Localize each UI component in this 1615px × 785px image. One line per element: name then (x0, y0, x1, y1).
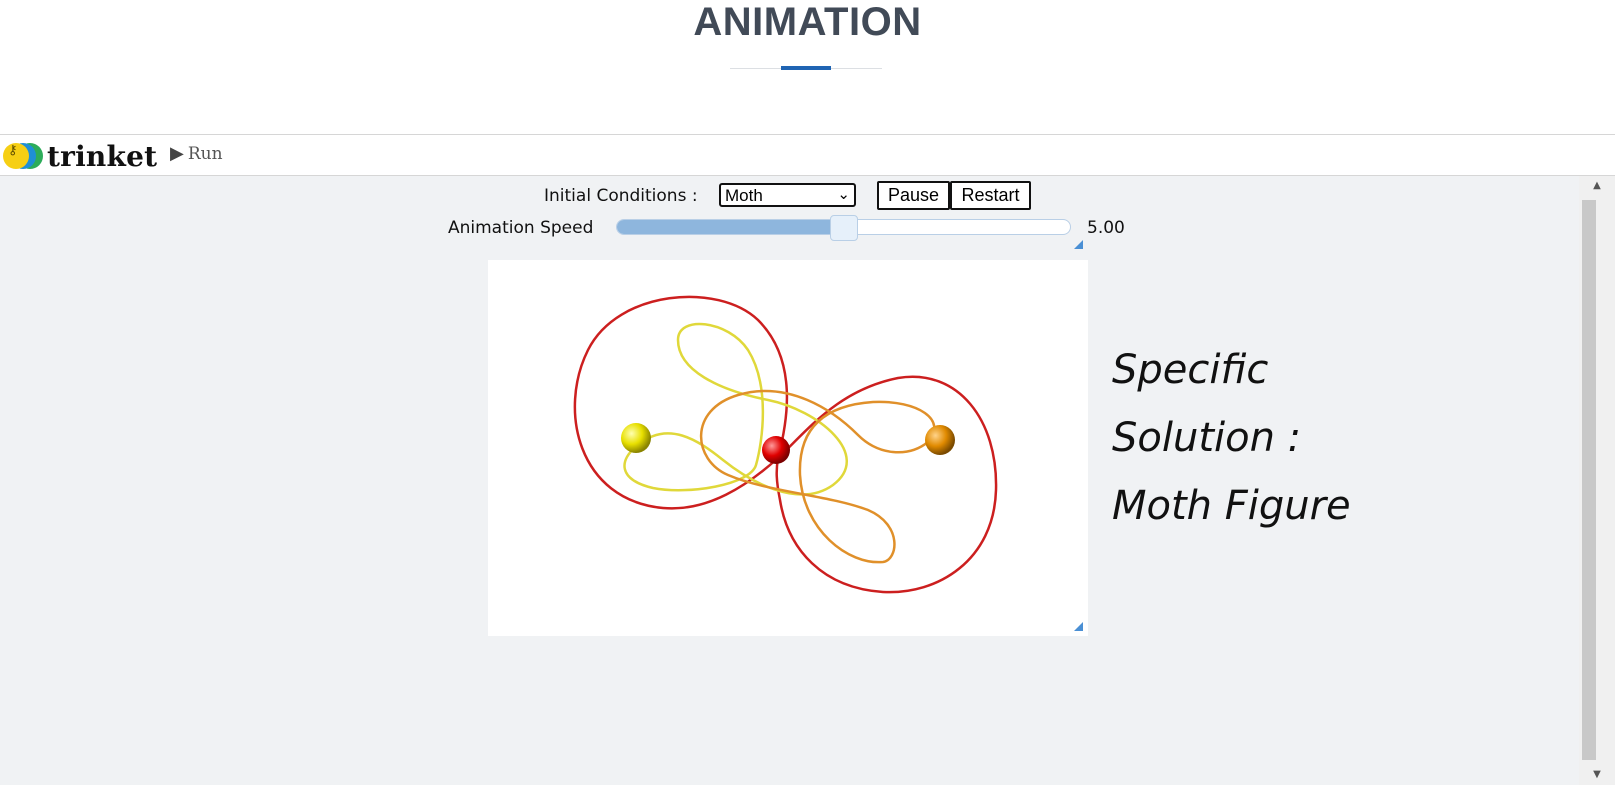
vertical-scrollbar[interactable]: ▲ ▼ (1579, 176, 1615, 785)
resize-grip-icon[interactable] (1074, 240, 1083, 249)
animation-canvas (488, 260, 1088, 636)
scrollbar-thumb[interactable] (1582, 200, 1596, 760)
slider-handle[interactable] (830, 215, 858, 241)
caption-line-3: Moth Figure (1112, 483, 1351, 529)
title-accent-bar (781, 66, 831, 70)
page-title: ANIMATION (693, 0, 922, 44)
trinket-logo[interactable]: ⚷ trinket (3, 139, 158, 173)
solution-caption: Specific Solution : Moth Figure (1112, 336, 1351, 540)
caption-line-1: Specific (1112, 347, 1269, 393)
run-triangle-icon: ▶ (170, 143, 184, 164)
orange-orbit-path (699, 389, 936, 564)
initial-conditions-select[interactable]: Moth ⌄ (719, 183, 856, 207)
pause-button[interactable]: Pause (877, 181, 950, 210)
red-body (762, 436, 790, 464)
three-body-orbits (573, 295, 998, 594)
initial-conditions-label: Initial Conditions : (544, 186, 698, 206)
scroll-down-icon[interactable]: ▼ (1579, 765, 1615, 785)
restart-button[interactable]: Restart (950, 181, 1031, 210)
animation-speed-slider[interactable] (616, 215, 1071, 241)
trinket-logo-text: trinket (47, 139, 158, 173)
chevron-down-icon: ⌄ (837, 186, 850, 203)
slider-fill (617, 220, 844, 234)
resize-grip-icon[interactable] (1074, 622, 1083, 631)
speed-row: Animation Speed 5.00 (0, 214, 1579, 249)
trinket-logo-icon: ⚷ (3, 143, 43, 169)
animation-speed-label: Animation Speed (448, 218, 594, 238)
controls-row: Initial Conditions : Moth ⌄ Pause Restar… (0, 180, 1579, 210)
trinket-toolbar: ⚷ trinket ▶ Run (0, 134, 1615, 176)
initial-conditions-value: Moth (725, 186, 763, 205)
animation-speed-value: 5.00 (1087, 218, 1125, 238)
orange-body (925, 425, 955, 455)
scroll-up-icon[interactable]: ▲ (1579, 176, 1615, 196)
yellow-body (621, 423, 651, 453)
run-button[interactable]: ▶ Run (170, 143, 223, 164)
trinket-output-area: Initial Conditions : Moth ⌄ Pause Restar… (0, 176, 1579, 785)
run-label: Run (187, 143, 223, 164)
yellow-orbit-path (623, 322, 848, 496)
caption-line-2: Solution : (1112, 415, 1302, 461)
